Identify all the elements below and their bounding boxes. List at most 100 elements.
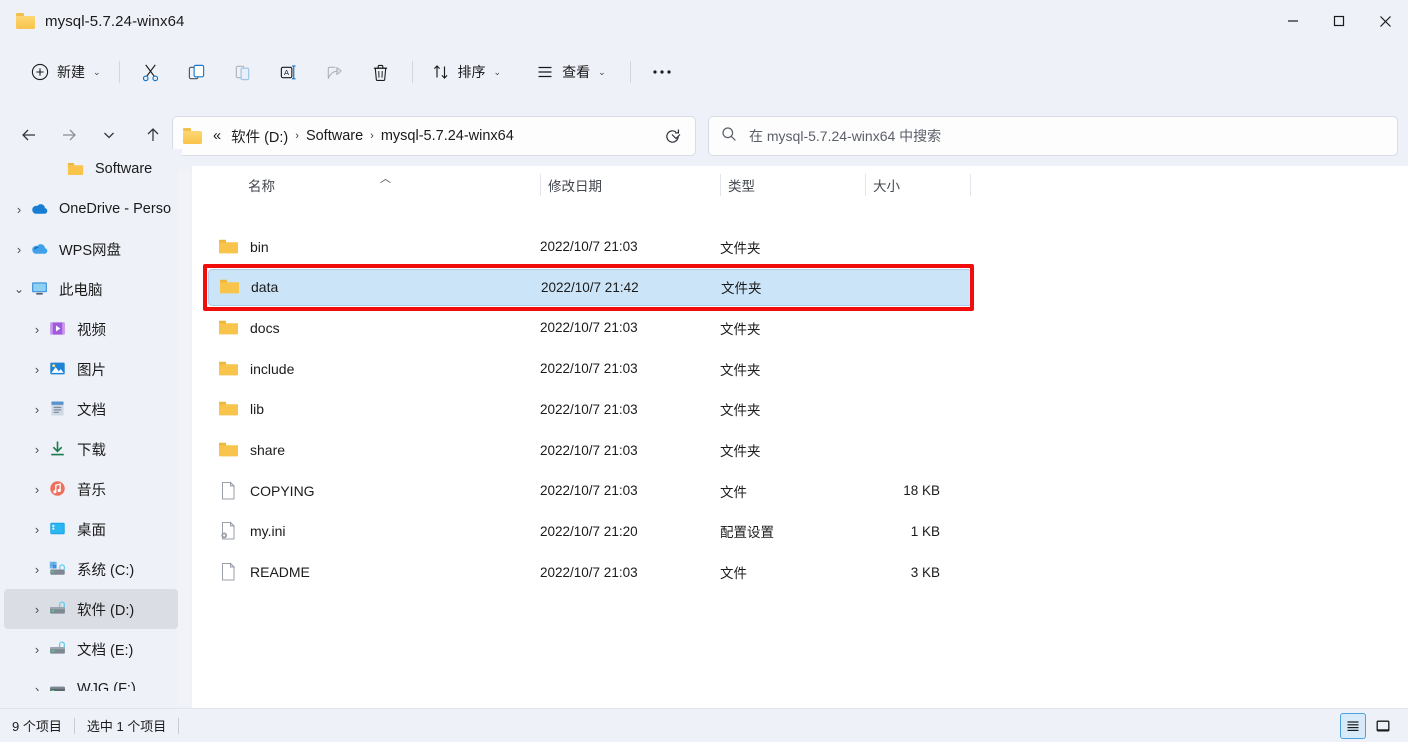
table-row[interactable]: bin 2022/10/7 21:03 文件夹	[208, 228, 972, 265]
sidebar-item-label: 视频	[77, 322, 106, 339]
close-button[interactable]	[1362, 0, 1408, 42]
table-row[interactable]: README 2022/10/7 21:03 文件 3 KB	[208, 554, 972, 591]
search-input[interactable]: 在 mysql-5.7.24-winx64 中搜索	[749, 126, 941, 146]
chevron-right-icon[interactable]: ›	[26, 442, 48, 457]
forward-button[interactable]	[52, 118, 86, 152]
column-divider-4[interactable]	[970, 174, 971, 196]
videos-icon	[48, 319, 68, 339]
breadcrumb-item-drive[interactable]: 软件 (D:)	[226, 123, 293, 150]
sidebar-item-0[interactable]: Software	[4, 149, 178, 189]
chevron-down-icon: ⌄	[598, 66, 606, 77]
chevron-right-icon[interactable]: ›	[26, 322, 48, 337]
cell-type: 配置设置	[720, 525, 774, 541]
view-button-label: 查看	[562, 64, 591, 80]
column-header-type[interactable]: 类型	[721, 166, 866, 204]
sidebar-item-3[interactable]: ⌄ 此电脑	[4, 269, 178, 309]
sidebar-scrollbar-track[interactable]	[178, 170, 366, 742]
sidebar-item-7[interactable]: › 下载	[4, 429, 178, 469]
pictures-icon	[48, 359, 68, 379]
column-header-name[interactable]: 名称	[208, 166, 540, 204]
sidebar-item-1[interactable]: › OneDrive - Perso	[4, 189, 178, 229]
new-button-label: 新建	[57, 64, 85, 80]
chevron-right-icon[interactable]: ›	[26, 362, 48, 377]
rename-button[interactable]: A	[269, 53, 309, 91]
sort-button[interactable]: 排序 ⌄	[421, 53, 512, 91]
chevron-right-icon[interactable]: ›	[26, 482, 48, 497]
cell-date: 2022/10/7 21:20	[540, 523, 638, 539]
scissors-icon	[141, 62, 161, 82]
delete-button[interactable]	[361, 53, 401, 91]
cell-name: bin	[250, 238, 269, 255]
sidebar-item-9[interactable]: › 桌面	[4, 509, 178, 549]
minimize-button[interactable]	[1270, 0, 1316, 42]
file-explorer-window: mysql-5.7.24-winx64 新建 ⌄ A 排序 ⌄ 查看 ⌄ « 软…	[0, 0, 1408, 742]
table-row[interactable]: share 2022/10/7 21:03 文件夹	[208, 432, 972, 469]
copy-button[interactable]	[177, 53, 217, 91]
recent-locations-button[interactable]	[92, 118, 126, 152]
sidebar-item-13[interactable]: › WJG (F:)	[4, 669, 178, 691]
sidebar-item-2[interactable]: › WPS网盘	[4, 229, 178, 269]
up-button[interactable]	[136, 118, 170, 152]
back-button[interactable]	[12, 118, 46, 152]
table-row[interactable]: docs 2022/10/7 21:03 文件夹	[208, 309, 972, 346]
chevron-right-icon[interactable]: ›	[26, 642, 48, 657]
chevron-right-icon[interactable]: ›	[26, 402, 48, 417]
drive-icon	[48, 599, 68, 619]
details-view-button[interactable]	[1340, 713, 1366, 739]
refresh-button[interactable]	[656, 121, 688, 151]
sidebar-item-6[interactable]: › 文档	[4, 389, 178, 429]
chevron-down-icon[interactable]: ⌄	[8, 282, 30, 296]
sidebar-item-4[interactable]: › 视频	[4, 309, 178, 349]
table-row[interactable]: data 2022/10/7 21:42 文件夹	[208, 268, 972, 306]
paste-icon	[233, 62, 253, 82]
large-icons-view-button[interactable]	[1370, 713, 1396, 739]
view-button[interactable]: 查看 ⌄	[525, 53, 616, 91]
sort-icon	[431, 62, 451, 82]
table-row[interactable]: COPYING 2022/10/7 21:03 文件 18 KB	[208, 472, 972, 509]
file-list-pane: 名称 ︿ 修改日期 类型 大小 bin 2022/10/7 21:03 文件夹 dat…	[192, 166, 1408, 708]
table-row[interactable]: my.ini 2022/10/7 21:20 配置设置 1 KB	[208, 513, 972, 550]
chevron-right-icon[interactable]: ›	[26, 562, 48, 577]
address-bar[interactable]: « 软件 (D:) › Software › mysql-5.7.24-winx…	[172, 116, 696, 156]
breadcrumb-item-current[interactable]: mysql-5.7.24-winx64	[376, 125, 519, 147]
view-lines-icon	[535, 62, 555, 82]
breadcrumb-item-software[interactable]: Software	[301, 125, 368, 147]
chevron-right-icon[interactable]: ›	[26, 602, 48, 617]
chevron-right-icon[interactable]: ›	[26, 522, 48, 537]
column-header-date[interactable]: 修改日期	[541, 166, 721, 204]
sidebar-item-label: Software	[95, 161, 153, 177]
cut-button[interactable]	[131, 53, 171, 91]
column-header-type-label: 类型	[728, 179, 755, 194]
search-box[interactable]: 在 mysql-5.7.24-winx64 中搜索	[708, 116, 1398, 156]
status-divider	[73, 717, 75, 734]
sidebar-item-5[interactable]: › 图片	[4, 349, 178, 389]
folder-icon	[218, 440, 240, 460]
cell-size: 3 KB	[910, 564, 940, 580]
sidebar-item-10[interactable]: › 系统 (C:)	[4, 549, 178, 589]
column-header-size[interactable]: 大小	[866, 166, 970, 204]
maximize-button[interactable]	[1316, 0, 1362, 42]
cell-name: share	[250, 442, 286, 458]
sidebar-item-11[interactable]: › 软件 (D:)	[4, 589, 178, 629]
sidebar-item-label: 此电脑	[59, 282, 103, 299]
see-more-button[interactable]	[642, 53, 682, 91]
cell-name: docs	[250, 319, 280, 336]
chevron-right-icon[interactable]: ›	[8, 242, 30, 257]
breadcrumb-overflow[interactable]: «	[208, 125, 226, 147]
share-button[interactable]	[315, 53, 355, 91]
sidebar-item-12[interactable]: › 文档 (E:)	[4, 629, 178, 669]
desktop-icon	[48, 519, 68, 539]
cell-type: 文件夹	[720, 240, 761, 256]
cell-name: lib	[250, 401, 265, 418]
chevron-right-icon[interactable]: ›	[8, 202, 30, 217]
paste-button[interactable]	[223, 53, 263, 91]
sidebar-item-label: 桌面	[77, 522, 106, 539]
chevron-right-icon[interactable]: ›	[26, 682, 48, 692]
window-controls	[1270, 0, 1408, 42]
sidebar-item-8[interactable]: › 音乐	[4, 469, 178, 509]
cell-type: 文件	[720, 484, 747, 500]
table-row[interactable]: lib 2022/10/7 21:03 文件夹	[208, 391, 972, 428]
item-count-label: 9 个项目	[12, 719, 62, 734]
table-row[interactable]: include 2022/10/7 21:03 文件夹	[208, 350, 972, 387]
new-button[interactable]: 新建 ⌄	[20, 53, 111, 91]
